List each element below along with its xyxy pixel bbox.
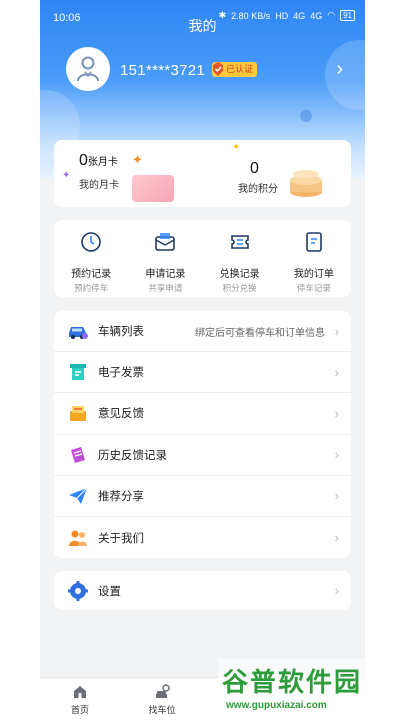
menu-item-hint: 绑定后可查看停车和订单信息 — [195, 327, 325, 339]
coins-icon — [290, 170, 322, 197]
watermark-url: www.gupuxiazai.com — [226, 700, 327, 711]
tab-label: 首页 — [70, 705, 89, 715]
user-icon — [77, 56, 99, 82]
app-screen: 10:06 ✱ 2.80 KB/s HD 4G 4G ◠ 91 我的 151**… — [40, 0, 365, 720]
shortcut-exchange-records[interactable]: 兑换记录 积分兑换 — [203, 220, 277, 297]
clock-icon — [81, 232, 101, 252]
menu-item-label: 车辆列表 — [98, 326, 144, 339]
shortcut-subtitle: 共享申请 — [148, 283, 183, 293]
shortcuts-card: 预约记录 预约停车 申请记录 共享申请 兑换记录 积分兑换 我的订单 停车记录 — [54, 220, 351, 297]
month-card-image — [132, 175, 174, 202]
shortcut-subtitle: 积分兑换 — [222, 283, 257, 293]
document-icon — [306, 232, 322, 252]
shortcut-application-records[interactable]: 申请记录 共享申请 — [128, 220, 202, 297]
menu-item-label: 历史反馈记录 — [98, 449, 167, 462]
menu-item-label: 设置 — [98, 585, 121, 598]
sparkle-icon: ✦ — [132, 152, 143, 167]
watermark-text: 谷普软件园 — [222, 667, 363, 697]
points-value[interactable]: 0 — [250, 160, 259, 178]
chevron-right-icon: › — [334, 364, 339, 380]
history-icon — [71, 446, 85, 463]
tab-find-parking[interactable]: 找车位 — [132, 684, 192, 716]
points-label[interactable]: 我的积分 — [238, 180, 278, 195]
shortcut-title: 我的订单 — [293, 269, 334, 280]
feedback-icon — [70, 406, 86, 422]
menu-item-settings[interactable]: 设置 › — [54, 571, 351, 610]
chevron-right-icon: › — [334, 405, 339, 421]
shortcut-subtitle: 停车记录 — [296, 283, 331, 293]
verified-badge: 已认证 — [212, 62, 258, 77]
menu-item-feedback-history[interactable]: 历史反馈记录 › — [54, 435, 351, 476]
chevron-right-icon: › — [334, 447, 339, 463]
chevron-right-icon[interactable]: › — [336, 58, 343, 81]
people-icon — [69, 530, 87, 546]
menu-item-share[interactable]: 推荐分享 › — [54, 476, 351, 517]
watermark: 谷普软件园 www.gupuxiazai.com — [218, 658, 405, 720]
menu-item-e-invoice[interactable]: 电子发票 › — [54, 352, 351, 394]
shortcut-my-orders[interactable]: 我的订单 停车记录 — [277, 220, 351, 297]
parking-search-icon — [156, 684, 170, 698]
shortcut-subtitle: 预约停车 — [74, 283, 109, 293]
stats-card: ✦ ✦ ✦ 0张月卡 我的月卡 0 我的积分 — [54, 140, 351, 207]
sparkle-icon: ✦ — [62, 170, 71, 181]
chevron-right-icon: › — [334, 530, 339, 546]
menu-list: 车辆列表 绑定后可查看停车和订单信息 › 电子发票 › 意见反馈 › 历史反馈记… — [54, 311, 351, 558]
decor-bubble — [300, 110, 312, 122]
gear-icon — [68, 580, 88, 601]
decor-bubble — [325, 40, 365, 110]
chevron-right-icon: › — [334, 488, 339, 504]
month-card-label[interactable]: 我的月卡 — [79, 176, 119, 191]
paper-plane-icon — [69, 487, 88, 504]
tab-home[interactable]: 首页 — [50, 684, 110, 716]
tab-label: 找车位 — [148, 705, 176, 715]
ticket-icon — [230, 235, 249, 249]
menu-item-label: 意见反馈 — [98, 408, 144, 421]
menu-item-feedback[interactable]: 意见反馈 › — [54, 393, 351, 435]
user-phone[interactable]: 151****3721 — [120, 62, 205, 79]
home-icon — [74, 686, 86, 698]
menu-item-label: 关于我们 — [98, 532, 144, 545]
shortcut-reservation-records[interactable]: 预约记录 预约停车 — [54, 220, 128, 297]
invoice-icon — [70, 364, 86, 381]
shortcut-title: 预约记录 — [71, 269, 112, 280]
shortcut-title: 兑换记录 — [219, 269, 260, 280]
month-card-count[interactable]: 0张月卡 — [79, 152, 118, 170]
page-title: 我的 — [188, 18, 217, 34]
menu-item-vehicle-list[interactable]: 车辆列表 绑定后可查看停车和订单信息 › — [54, 311, 351, 353]
menu-item-about-us[interactable]: 关于我们 › — [54, 517, 351, 558]
verified-icon — [213, 62, 223, 76]
envelope-icon — [155, 233, 176, 251]
chevron-right-icon: › — [334, 323, 339, 339]
menu-item-label: 推荐分享 — [98, 490, 144, 503]
chevron-right-icon: › — [334, 583, 339, 598]
car-icon — [69, 327, 88, 340]
menu-item-label: 电子发票 — [98, 367, 144, 380]
sparkle-icon: ✦ — [232, 142, 241, 153]
avatar[interactable] — [66, 47, 110, 91]
shortcut-title: 申请记录 — [145, 269, 186, 280]
